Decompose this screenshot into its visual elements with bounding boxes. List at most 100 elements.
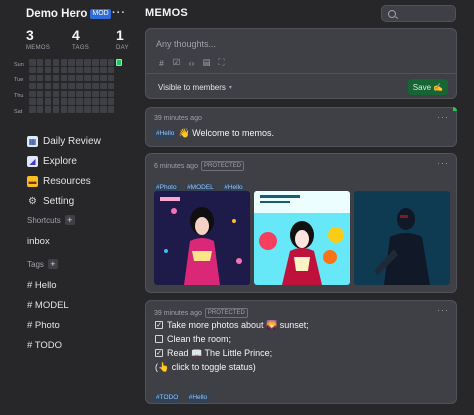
sidebar-item-label: Explore	[43, 155, 77, 167]
shortcut-item-inbox[interactable]: inbox	[27, 236, 50, 247]
heatmap-cell	[116, 67, 123, 74]
heatmap-cell	[84, 106, 91, 113]
user-menu-button[interactable]: ···	[112, 7, 126, 19]
file-icon[interactable]: ▤	[202, 57, 211, 67]
heatmap-cell	[60, 82, 68, 90]
memo-more-button[interactable]: ···	[437, 112, 449, 122]
code-icon[interactable]: ‹›	[187, 58, 196, 68]
add-tag-button[interactable]: +	[47, 259, 58, 269]
sidebar: Demo Hero MOD ··· 3 MEMOS 4 TAGS 1 DAY S…	[0, 0, 140, 415]
heatmap-cell	[60, 98, 68, 105]
memo-card: 39 minutes ago ··· #Hello 👋 Welcome to m…	[145, 107, 457, 147]
sidebar-item-daily-review[interactable]: ▦ Daily Review	[27, 131, 137, 151]
heatmap-cell	[107, 66, 115, 74]
heatmap-cell	[76, 106, 83, 113]
user-banner[interactable]: Demo Hero MOD ···	[26, 7, 130, 21]
memo-content: ✓ Take more photos about 🌄 sunset; Clean…	[155, 318, 309, 374]
main-content: MEMOS Any thoughts... # ☑ ‹› ▤ ⛶ Visible…	[145, 0, 460, 415]
heatmap-cell	[107, 106, 115, 113]
search-box[interactable]	[381, 5, 456, 22]
heatmap-cell	[100, 66, 107, 74]
heatmap-cell	[52, 90, 60, 98]
checkbox-unchecked-icon[interactable]	[155, 335, 163, 343]
heatmap-cell	[68, 90, 75, 98]
stats: 3 MEMOS 4 TAGS 1 DAY	[26, 28, 130, 54]
sidebar-item-explore[interactable]: ◢ Explore	[27, 151, 137, 171]
checkbox-checked-icon[interactable]: ✓	[155, 349, 163, 357]
sidebar-item-setting[interactable]: ⚙ Setting	[27, 191, 137, 211]
fullscreen-icon[interactable]: ⛶	[217, 57, 226, 67]
task-item[interactable]: ✓ Read 📖 The Little Prince;	[155, 346, 309, 360]
heatmap-cell	[84, 59, 91, 66]
stat-tags-value: 4	[72, 27, 80, 43]
search-input[interactable]	[400, 9, 450, 18]
memo-timestamp[interactable]: 39 minutes ago	[154, 115, 202, 122]
checkbox-checked-icon[interactable]: ✓	[155, 321, 163, 329]
visibility-select[interactable]: Visible to members ▾	[155, 80, 235, 94]
tag-chip[interactable]: #TODO	[154, 393, 181, 403]
stat-tags: 4 TAGS	[72, 28, 89, 51]
heatmap-cell	[84, 66, 91, 74]
sidebar-nav: ▦ Daily Review ◢ Explore ▬ Resources ⚙ S…	[27, 131, 137, 211]
heatmap-cell	[92, 98, 99, 105]
tag-chip[interactable]: #Hello	[154, 128, 177, 139]
heatmap-cell	[76, 66, 83, 74]
memo-images	[154, 191, 450, 285]
memo-meta: 6 minutes ago PROTECTED	[154, 161, 244, 171]
visibility-badge: PROTECTED	[200, 161, 244, 171]
user-name[interactable]: Demo Hero	[26, 8, 87, 20]
memo-timestamp[interactable]: 6 minutes ago	[154, 163, 198, 170]
tag-item-photo[interactable]: # Photo	[27, 315, 69, 335]
heatmap-cell	[107, 90, 115, 98]
stat-day: 1 DAY	[116, 28, 129, 51]
memo-image[interactable]	[254, 191, 350, 285]
task-item[interactable]: ✓ Take more photos about 🌄 sunset;	[155, 318, 309, 332]
visibility-badge: PROTECTED	[204, 308, 248, 318]
memo-card: 39 minutes ago PROTECTED ··· ✓ Take more…	[145, 300, 457, 404]
tag-item-model[interactable]: # MODEL	[27, 295, 69, 315]
memo-tags: #TODO #Hello	[154, 386, 211, 404]
heatmap-cell	[84, 82, 91, 90]
memo-image[interactable]	[354, 191, 450, 285]
memo-timestamp[interactable]: 39 minutes ago	[154, 310, 202, 317]
memo-editor[interactable]: Any thoughts... # ☑ ‹› ▤ ⛶ Visible to me…	[145, 28, 457, 99]
heatmap-cell	[68, 106, 75, 113]
tag-chip[interactable]: #Hello	[186, 393, 210, 403]
page-title: MEMOS	[145, 7, 189, 19]
editor-placeholder[interactable]: Any thoughts...	[156, 39, 216, 49]
heatmap-cell	[36, 59, 44, 66]
heatmap-cell	[68, 98, 75, 105]
heatmap-cell	[44, 98, 52, 105]
heatmap-cell	[44, 106, 52, 113]
heatmap-cell	[52, 82, 60, 90]
heatmap-cell	[36, 106, 44, 113]
sidebar-item-label: Resources	[43, 175, 91, 187]
heatmap-cell	[92, 66, 99, 74]
hashtag-icon[interactable]: #	[157, 58, 166, 68]
memo-image[interactable]	[154, 191, 250, 285]
heatmap-cell	[60, 90, 68, 98]
tag-item-hello[interactable]: # Hello	[27, 275, 69, 295]
task-item[interactable]: Clean the room;	[155, 332, 309, 346]
task-text: Take more photos about 🌄 sunset;	[167, 319, 309, 330]
memo-text: 👋 Welcome to memos.	[178, 128, 275, 138]
divider	[146, 73, 456, 74]
heatmap-cell	[84, 90, 91, 98]
heatmap-cell	[76, 59, 83, 66]
heatmap-cell	[100, 59, 107, 66]
stat-memos: 3 MEMOS	[26, 28, 50, 51]
save-button[interactable]: Save ✍	[408, 79, 448, 95]
add-shortcut-button[interactable]: +	[64, 215, 75, 225]
tag-item-todo[interactable]: # TODO	[27, 335, 69, 355]
sidebar-item-label: Setting	[43, 195, 75, 207]
memo-more-button[interactable]: ···	[437, 305, 449, 315]
heatmap-cell	[76, 74, 83, 82]
memo-more-button[interactable]: ···	[437, 158, 449, 168]
heatmap-cell	[52, 106, 60, 113]
heatmap-cell	[107, 59, 115, 66]
sidebar-item-resources[interactable]: ▬ Resources	[27, 171, 137, 191]
heatmap-cell	[115, 59, 123, 66]
heatmap-cell	[36, 74, 44, 82]
checkbox-icon[interactable]: ☑	[172, 57, 181, 67]
heatmap-cell	[52, 59, 60, 66]
